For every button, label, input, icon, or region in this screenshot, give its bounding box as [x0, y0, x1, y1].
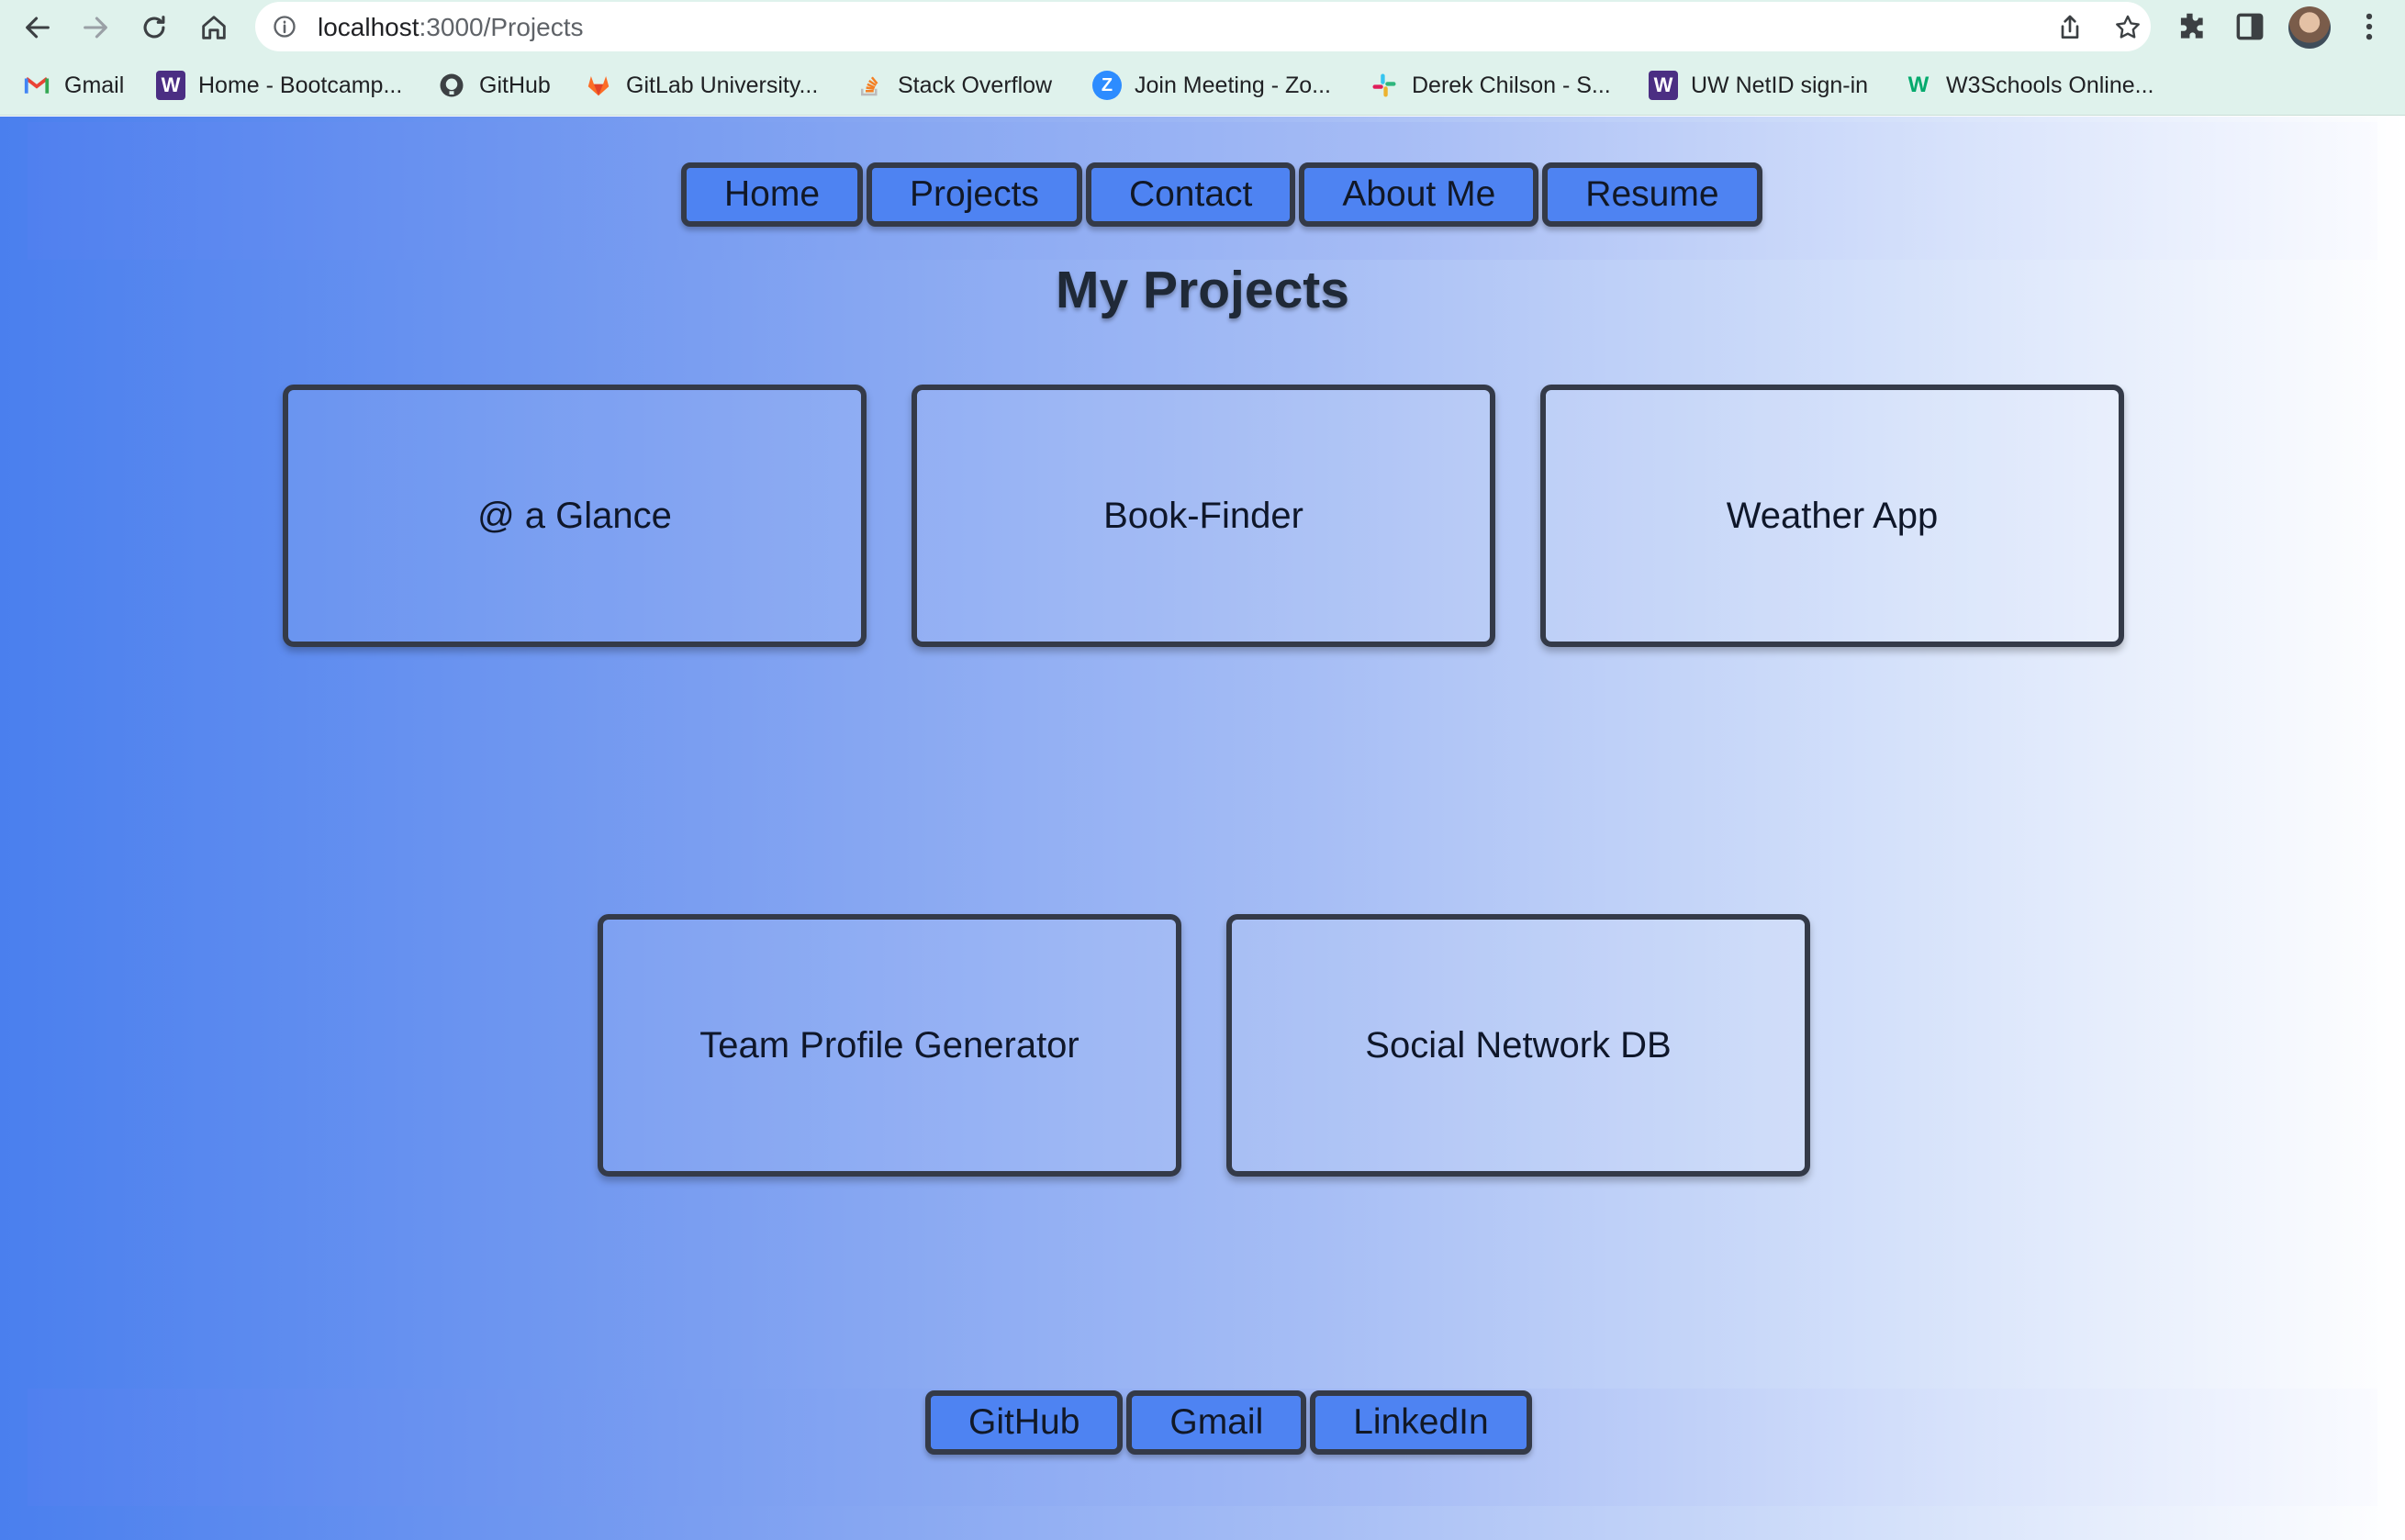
site-header: Home Projects Contact About Me Resume — [28, 122, 2377, 260]
project-card-title: Social Network DB — [1365, 1024, 1672, 1066]
nav-about-link[interactable]: About Me — [1299, 162, 1539, 227]
w3schools-icon: W — [1907, 73, 1930, 97]
project-card-book-finder[interactable]: Book-Finder — [912, 385, 1495, 647]
page-viewport: Home Projects Contact About Me Resume My… — [0, 117, 2405, 1540]
project-card-social-network-db[interactable]: Social Network DB — [1226, 914, 1810, 1177]
home-icon[interactable] — [194, 7, 234, 48]
uw-icon: W — [1649, 71, 1678, 100]
github-icon — [437, 71, 466, 100]
project-card-team-profile-generator[interactable]: Team Profile Generator — [598, 914, 1181, 1177]
bookmark-bootcamp[interactable]: W Home - Bootcamp... — [156, 68, 402, 103]
avatar[interactable] — [2288, 6, 2331, 49]
project-card-at-a-glance[interactable]: @ a Glance — [283, 385, 867, 647]
footer-github-link[interactable]: GitHub — [925, 1390, 1124, 1455]
extensions-icon[interactable] — [2174, 9, 2209, 44]
info-icon[interactable] — [272, 14, 297, 39]
zoom-icon: Z — [1092, 71, 1122, 100]
bookmark-gitlab[interactable]: GitLab University... — [584, 68, 818, 103]
bookmark-zoom[interactable]: Z Join Meeting - Zo... — [1092, 68, 1331, 103]
bookmark-slack[interactable]: Derek Chilson - S... — [1370, 68, 1611, 103]
bookmark-w3schools[interactable]: W W3Schools Online... — [1904, 68, 2154, 103]
project-card-title: Book-Finder — [1103, 495, 1303, 536]
reload-icon[interactable] — [134, 7, 174, 48]
address-bar[interactable]: localhost:3000/Projects — [255, 2, 2151, 51]
site-footer: GitHub Gmail LinkedIn — [28, 1389, 2377, 1506]
nav-projects-link[interactable]: Projects — [867, 162, 1082, 227]
stackoverflow-icon — [856, 71, 885, 100]
browser-toolbar: localhost:3000/Projects — [0, 0, 2405, 55]
main-nav: Home Projects Contact About Me Resume — [681, 162, 1762, 227]
gitlab-icon — [584, 71, 613, 100]
project-card-title: Weather App — [1726, 495, 1939, 536]
star-icon[interactable] — [2113, 13, 2142, 42]
share-icon[interactable] — [2055, 13, 2085, 42]
uw-icon: W — [156, 71, 185, 100]
nav-resume-link[interactable]: Resume — [1542, 162, 1762, 227]
url-text[interactable]: localhost:3000/Projects — [318, 13, 584, 42]
page-title: My Projects — [1056, 261, 1349, 319]
nav-home-link[interactable]: Home — [681, 162, 864, 227]
back-icon[interactable] — [17, 7, 58, 48]
gmail-icon — [22, 71, 51, 100]
nav-contact-link[interactable]: Contact — [1085, 162, 1296, 227]
bookmark-uw-netid[interactable]: W UW NetID sign-in — [1649, 68, 1868, 103]
menu-icon[interactable] — [2352, 9, 2387, 44]
bookmarks-bar: Gmail W Home - Bootcamp... GitHub GitLab… — [0, 55, 2405, 151]
footer-gmail-link[interactable]: Gmail — [1126, 1390, 1307, 1455]
project-card-weather-app[interactable]: Weather App — [1540, 385, 2124, 647]
forward-icon[interactable] — [75, 7, 116, 48]
bookmark-stackoverflow[interactable]: Stack Overflow — [856, 68, 1052, 103]
footer-nav: GitHub Gmail LinkedIn — [925, 1390, 1532, 1455]
project-card-title: @ a Glance — [477, 495, 672, 536]
bookmark-github[interactable]: GitHub — [437, 68, 551, 103]
bookmark-gmail[interactable]: Gmail — [22, 68, 124, 103]
project-card-title: Team Profile Generator — [699, 1024, 1079, 1066]
slack-icon — [1370, 71, 1399, 100]
sidepanel-icon[interactable] — [2232, 9, 2267, 44]
footer-linkedin-link[interactable]: LinkedIn — [1310, 1390, 1532, 1455]
